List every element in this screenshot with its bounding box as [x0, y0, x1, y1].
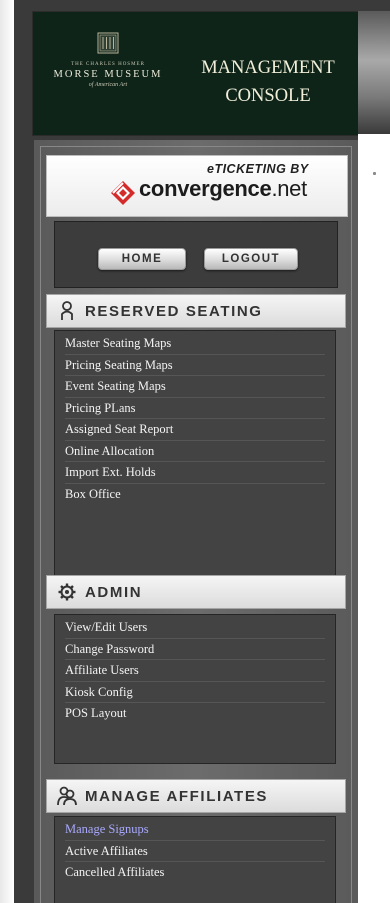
section-header-admin[interactable]: ADMIN — [46, 575, 346, 609]
menu-item-kiosk-config[interactable]: Kiosk Config — [65, 682, 325, 703]
menu-reserved-seating: Master Seating Maps Pricing Seating Maps… — [54, 330, 336, 580]
page-gutter — [0, 0, 14, 903]
menu-admin: View/Edit Users Change Password Affiliat… — [54, 614, 336, 764]
app-title-line1: MANAGEMENT — [201, 58, 335, 78]
header-right-band — [358, 11, 390, 134]
section-title: ADMIN — [85, 583, 143, 601]
content-marker — [373, 172, 376, 175]
menu-item-pos-layout[interactable]: POS Layout — [65, 703, 325, 724]
group-icon — [57, 786, 77, 806]
logo-main-text: MORSE MUSEUM — [53, 69, 163, 80]
menu-item-view-edit-users[interactable]: View/Edit Users — [65, 617, 325, 639]
main-content — [358, 134, 390, 903]
menu-item-pricing-plans[interactable]: Pricing PLans — [65, 398, 325, 419]
section-header-reserved-seating[interactable]: RESERVED SEATING — [46, 294, 346, 328]
section-title: RESERVED SEATING — [85, 302, 263, 320]
menu-item-active-affiliates[interactable]: Active Affiliates — [65, 841, 325, 862]
menu-item-cancelled-affiliates[interactable]: Cancelled Affiliates — [65, 862, 325, 883]
logo-sub-text: of American Art — [88, 82, 128, 88]
brand-name: convergence.net — [139, 176, 307, 202]
brand-banner[interactable]: eTICKETING BY convergence.net — [46, 155, 348, 217]
menu-item-online-allocation[interactable]: Online Allocation — [65, 441, 325, 462]
gear-icon — [57, 582, 77, 602]
menu-item-manage-signups[interactable]: Manage Signups — [65, 819, 325, 841]
menu-item-master-seating-maps[interactable]: Master Seating Maps — [65, 333, 325, 355]
menu-item-pricing-seating-maps[interactable]: Pricing Seating Maps — [65, 355, 325, 376]
brand-tagline: eTICKETING BY — [207, 162, 309, 176]
section-title: MANAGE AFFILIATES — [85, 787, 269, 805]
app-title: MANAGEMENT CONSOLE — [173, 54, 363, 110]
menu-item-change-password[interactable]: Change Password — [65, 639, 325, 660]
brand-tld: .net — [271, 176, 307, 201]
menu-item-box-office[interactable]: Box Office — [65, 484, 325, 505]
home-button[interactable]: HOME — [98, 248, 186, 270]
museum-logo[interactable]: THE CHARLES HOSMER MORSE MUSEUM of Ameri… — [33, 32, 183, 88]
menu-item-assigned-seat-report[interactable]: Assigned Seat Report — [65, 419, 325, 441]
museum-logo-icon — [97, 32, 119, 54]
logout-button[interactable]: LOGOUT — [204, 248, 298, 270]
brand-name-text: convergence — [139, 176, 272, 201]
convergence-logo-icon — [109, 179, 137, 207]
logo-small-text: THE CHARLES HOSMER — [71, 62, 145, 67]
site-header: THE CHARLES HOSMER MORSE MUSEUM of Ameri… — [32, 11, 360, 136]
app-title-line2: CONSOLE — [225, 86, 311, 106]
section-header-manage-affiliates[interactable]: MANAGE AFFILIATES — [46, 779, 346, 813]
menu-item-event-seating-maps[interactable]: Event Seating Maps — [65, 376, 325, 398]
menu-item-import-ext-holds[interactable]: Import Ext. Holds — [65, 462, 325, 484]
menu-item-affiliate-users[interactable]: Affiliate Users — [65, 660, 325, 682]
menu-manage-affiliates: Manage Signups Active Affiliates Cancell… — [54, 816, 336, 903]
person-icon — [57, 301, 77, 321]
